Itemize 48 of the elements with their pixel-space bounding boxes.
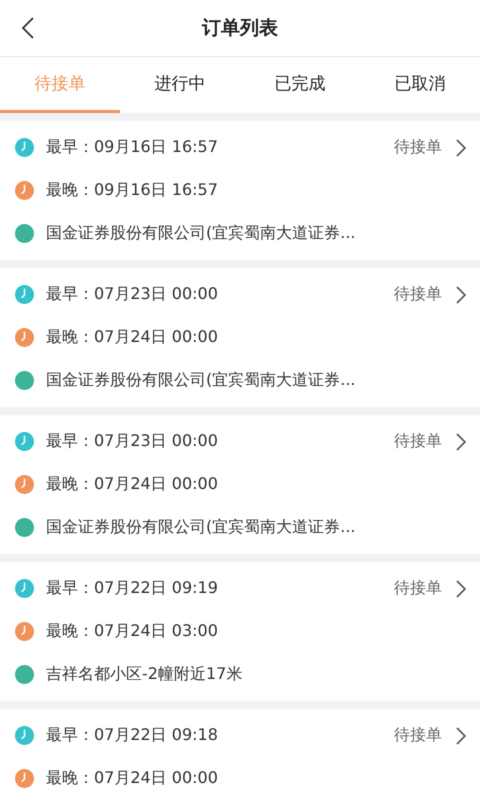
order-card[interactable]: 最早：07月22日 09:19 待接单 最晚：07月24日 03:00 吉祥名都小区-2幢附近17米 [0,562,480,701]
order-status[interactable]: 待接单 [394,578,466,599]
chevron-icon [456,432,466,450]
clock-icon [15,328,34,347]
address-text: 国金证券股份有限公司(宜宾蜀南大道证券... [46,517,356,538]
order-card[interactable]: 最早：07月23日 00:00 待接单 最晚：07月24日 00:00 国金证券股份有限公司(宜宾蜀南大道证券... [0,268,480,407]
location-dot-icon [15,371,34,390]
earliest-time: 最早：07月22日 09:18 [46,725,218,746]
clock-icon [15,579,34,598]
order-card[interactable]: 最早：07月23日 00:00 待接单 最晚：07月24日 00:00 国金证券股份有限公司(宜宾蜀南大道证券... [0,415,480,554]
chevron-icon [456,138,466,156]
clock-icon [15,138,34,157]
order-status[interactable]: 待接单 [394,137,466,158]
order-status[interactable]: 待接单 [394,284,466,305]
back-icon [21,16,35,40]
chevron-icon [456,580,466,598]
tab[interactable]: 已取消 [360,57,480,113]
order-card[interactable]: 最早：09月16日 16:57 待接单 最晚：09月16日 16:57 国金证券股份有限公司(宜宾蜀南大道证券... [0,121,480,260]
latest-time: 最晚：07月24日 03:00 [46,621,218,642]
address-text: 国金证券股份有限公司(宜宾蜀南大道证券... [46,370,356,391]
clock-icon [15,769,34,788]
earliest-time: 最早：07月23日 00:00 [46,284,218,305]
location-dot-icon [15,224,34,243]
location-dot-icon [15,665,34,684]
location-dot-icon [15,518,34,537]
latest-time: 最晚：07月24日 00:00 [46,768,218,789]
latest-time: 最晚：07月24日 00:00 [46,327,218,348]
clock-icon [15,622,34,641]
address-text: 国金证券股份有限公司(宜宾蜀南大道证券... [46,223,356,244]
tab[interactable]: 已完成 [240,57,360,113]
clock-icon [15,181,34,200]
latest-time: 最晚：07月24日 00:00 [46,474,218,495]
tab[interactable]: 进行中 [120,57,240,113]
order-card[interactable]: 最早：07月22日 09:18 待接单 最晚：07月24日 00:00 [0,709,480,800]
latest-time: 最晚：09月16日 16:57 [46,180,218,201]
earliest-time: 最早：07月22日 09:19 [46,578,218,599]
earliest-time: 最早：07月23日 00:00 [46,431,218,452]
earliest-time: 最早：09月16日 16:57 [46,137,218,158]
clock-icon [15,726,34,745]
clock-icon [15,475,34,494]
clock-icon [15,432,34,451]
page-title: 订单列表 [202,16,278,41]
address-text: 吉祥名都小区-2幢附近17米 [46,664,242,685]
order-status[interactable]: 待接单 [394,431,466,452]
chevron-icon [456,286,466,304]
chevron-icon [456,726,466,744]
clock-icon [15,285,34,304]
order-status[interactable]: 待接单 [394,725,466,746]
